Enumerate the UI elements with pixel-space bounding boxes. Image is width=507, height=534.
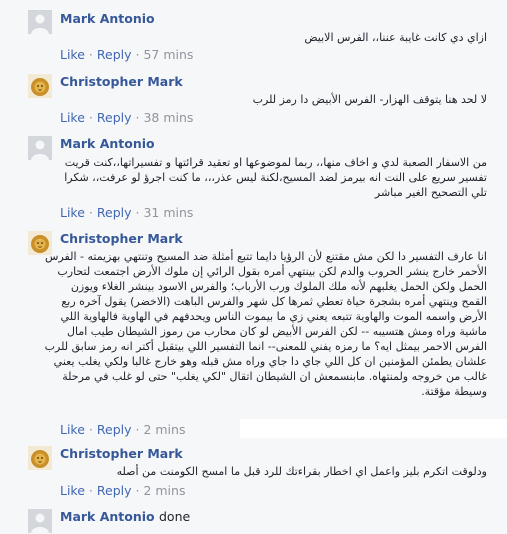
like-button[interactable]: Like bbox=[60, 205, 85, 220]
comment-text: من الاسفار الصعبة لدي و اخاف منها،، ربما… bbox=[64, 156, 487, 199]
separator: · bbox=[88, 483, 93, 498]
comment-timestamp[interactable]: 57 mins bbox=[143, 47, 193, 62]
comment-author-name[interactable]: Mark Antonio bbox=[60, 509, 155, 524]
like-button[interactable]: Like bbox=[60, 483, 85, 498]
comment-actions: Like · Reply · 31 mins bbox=[60, 205, 193, 220]
separator: · bbox=[88, 422, 93, 437]
comment-actions: Like · Reply · 2 mins bbox=[60, 422, 185, 437]
comments-panel: Mark Antonio ازاي دي كانت غايبة عننا،، ا… bbox=[0, 0, 507, 534]
comment-text: لا لحد هنا يتوقف الهزار- الفرس الأبيض دا… bbox=[252, 93, 487, 106]
comment-item: Mark Antonio من الاسفار الصعبة لدي و اخا… bbox=[0, 128, 507, 223]
comment-text: انا عارف التفسير دا لكن مش مقتنع لأن الر… bbox=[44, 250, 487, 398]
like-button[interactable]: Like bbox=[60, 422, 85, 437]
comment-item: Christopher Mark انا عارف التفسير دا لكن… bbox=[0, 223, 507, 438]
reply-button[interactable]: Reply bbox=[97, 47, 132, 62]
reply-button[interactable]: Reply bbox=[97, 110, 132, 125]
comment-item: Christopher Mark لا لحد هنا يتوقف الهزار… bbox=[0, 68, 507, 128]
comment-author[interactable]: Mark Antonio bbox=[60, 11, 155, 26]
white-gap bbox=[240, 419, 507, 438]
comment-timestamp[interactable]: 38 mins bbox=[143, 110, 193, 125]
separator: · bbox=[135, 110, 140, 125]
comment-actions: Like · Reply · 57 mins bbox=[60, 47, 193, 62]
comment-actions: Like · Reply · 38 mins bbox=[60, 110, 193, 125]
default-avatar-icon[interactable] bbox=[28, 509, 52, 533]
comment-text: ودلوقت اتكرم بليز واعمل اي اخطار بقراءتك… bbox=[116, 465, 487, 478]
comment-author[interactable]: Christopher Mark bbox=[60, 231, 183, 246]
separator: · bbox=[135, 47, 140, 62]
like-button[interactable]: Like bbox=[60, 110, 85, 125]
separator: · bbox=[88, 205, 93, 220]
separator: · bbox=[135, 483, 140, 498]
lion-avatar-icon[interactable] bbox=[28, 446, 52, 470]
comment-text: ازاي دي كانت غايبة عننا،، الفرس الابيض bbox=[304, 31, 487, 44]
reply-button[interactable]: Reply bbox=[97, 422, 132, 437]
comment-text: done bbox=[158, 509, 191, 524]
separator: · bbox=[135, 422, 140, 437]
separator: · bbox=[88, 110, 93, 125]
comment-author: Mark Antonio done bbox=[60, 509, 190, 524]
comment-item: Christopher Mark ودلوقت اتكرم بليز واعمل… bbox=[0, 438, 507, 502]
comment-timestamp[interactable]: 31 mins bbox=[143, 205, 193, 220]
comment-author[interactable]: Christopher Mark bbox=[60, 74, 183, 89]
comment-item: Mark Antonio done bbox=[0, 502, 507, 534]
comment-author[interactable]: Christopher Mark bbox=[60, 446, 183, 461]
like-button[interactable]: Like bbox=[60, 47, 85, 62]
lion-avatar-icon[interactable] bbox=[28, 74, 52, 98]
separator: · bbox=[88, 47, 93, 62]
reply-button[interactable]: Reply bbox=[97, 205, 132, 220]
separator: · bbox=[135, 205, 140, 220]
comment-timestamp[interactable]: 2 mins bbox=[143, 422, 185, 437]
comment-timestamp[interactable]: 2 mins bbox=[143, 483, 185, 498]
comment-author[interactable]: Mark Antonio bbox=[60, 136, 155, 151]
default-avatar-icon[interactable] bbox=[28, 10, 52, 34]
comment-actions: Like · Reply · 2 mins bbox=[60, 483, 185, 498]
comment-item: Mark Antonio ازاي دي كانت غايبة عننا،، ا… bbox=[0, 0, 507, 68]
reply-button[interactable]: Reply bbox=[97, 483, 132, 498]
